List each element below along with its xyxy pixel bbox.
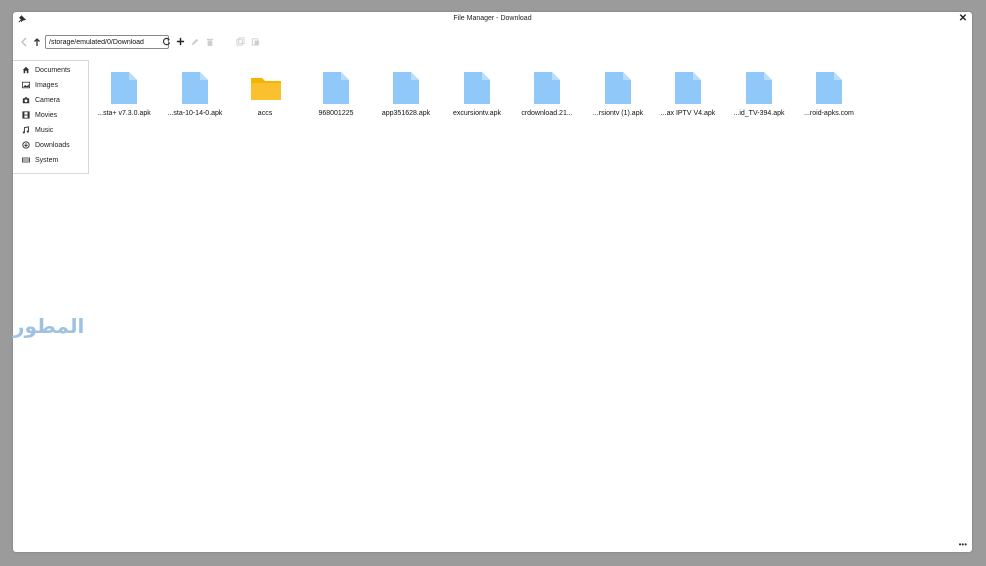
sidebar-item-downloads[interactable]: Downloads <box>13 139 89 153</box>
sidebar-item-label: Movies <box>35 112 58 119</box>
more-options-icon[interactable]: ••• <box>959 541 967 549</box>
sidebar-item-label: Music <box>35 127 54 134</box>
window-title: File Manager - Download <box>453 15 532 22</box>
file-icon <box>746 72 772 104</box>
file-name: ...sta+ v7.3.0.apk <box>97 110 151 117</box>
file-name: crdownload.21... <box>521 110 573 117</box>
watermark-logo: المطور <box>13 314 84 342</box>
home-icon <box>21 66 31 76</box>
file-icon <box>182 72 208 104</box>
file-item[interactable]: ...ax IPTV V4.apk <box>653 70 723 122</box>
parent-folder-icon[interactable] <box>32 37 42 49</box>
file-manager-window: File Manager - Download ✕ /storage/emula… <box>13 12 972 552</box>
title-bar: File Manager - Download ✕ <box>13 12 972 28</box>
close-icon[interactable]: ✕ <box>958 14 968 24</box>
image-icon <box>21 81 31 91</box>
file-name: app351628.apk <box>381 110 431 117</box>
sidebar-item-label: Downloads <box>35 142 70 149</box>
film-icon <box>21 111 31 121</box>
sidebar-item-music[interactable]: Music <box>13 124 89 138</box>
file-item[interactable]: ...roid-apks.com <box>794 70 864 122</box>
file-item[interactable]: ...sta+ v7.3.0.apk <box>89 70 159 122</box>
file-icon <box>816 72 842 104</box>
watermark-text: المطور <box>13 314 85 338</box>
music-icon <box>21 126 31 136</box>
file-icon <box>323 72 349 104</box>
file-icon <box>111 72 137 104</box>
folder-icon <box>251 78 281 100</box>
file-icon <box>464 72 490 104</box>
sidebar-menu: Documents Images Camera Movies Music Dow… <box>13 60 89 174</box>
toolbar <box>13 34 972 52</box>
edit-icon[interactable] <box>190 37 200 49</box>
file-name: ...ax IPTV V4.apk <box>660 110 716 117</box>
sidebar-item-label: Images <box>35 82 58 89</box>
sidebar-item-camera[interactable]: Camera <box>13 94 89 108</box>
sidebar-item-images[interactable]: Images <box>13 79 89 93</box>
file-item[interactable]: app351628.apk <box>371 70 441 122</box>
sidebar-item-label: Camera <box>35 97 60 104</box>
download-icon <box>21 141 31 151</box>
file-item[interactable]: ...sta-10-14-0.apk <box>160 70 230 122</box>
path-input[interactable] <box>45 35 169 49</box>
sidebar-item-system[interactable]: System <box>13 154 89 168</box>
drive-icon <box>21 156 31 166</box>
file-item[interactable]: ...id_TV-394.apk <box>724 70 794 122</box>
refresh-icon[interactable] <box>161 37 171 49</box>
file-item[interactable]: ...rsiontv (1).apk <box>583 70 653 122</box>
paste-icon[interactable] <box>250 37 260 49</box>
copy-icon[interactable] <box>235 37 245 49</box>
sidebar-item-label: Documents <box>35 67 71 74</box>
delete-icon[interactable] <box>205 37 215 49</box>
file-name: accs <box>257 110 273 117</box>
file-icon <box>605 72 631 104</box>
camera-icon <box>21 96 31 106</box>
file-item[interactable]: excursiontv.apk <box>442 70 512 122</box>
sidebar-item-movies[interactable]: Movies <box>13 109 89 123</box>
sidebar-item-documents[interactable]: Documents <box>13 64 89 78</box>
file-icon <box>675 72 701 104</box>
file-name: ...roid-apks.com <box>804 110 854 117</box>
sidebar-item-label: System <box>35 157 59 164</box>
file-icon <box>534 72 560 104</box>
file-icon <box>393 72 419 104</box>
file-item[interactable]: 968001225 <box>301 70 371 122</box>
add-icon[interactable] <box>175 37 185 49</box>
folder-item[interactable]: accs <box>230 70 300 122</box>
back-icon[interactable] <box>19 37 29 49</box>
file-item[interactable]: crdownload.21... <box>512 70 582 122</box>
